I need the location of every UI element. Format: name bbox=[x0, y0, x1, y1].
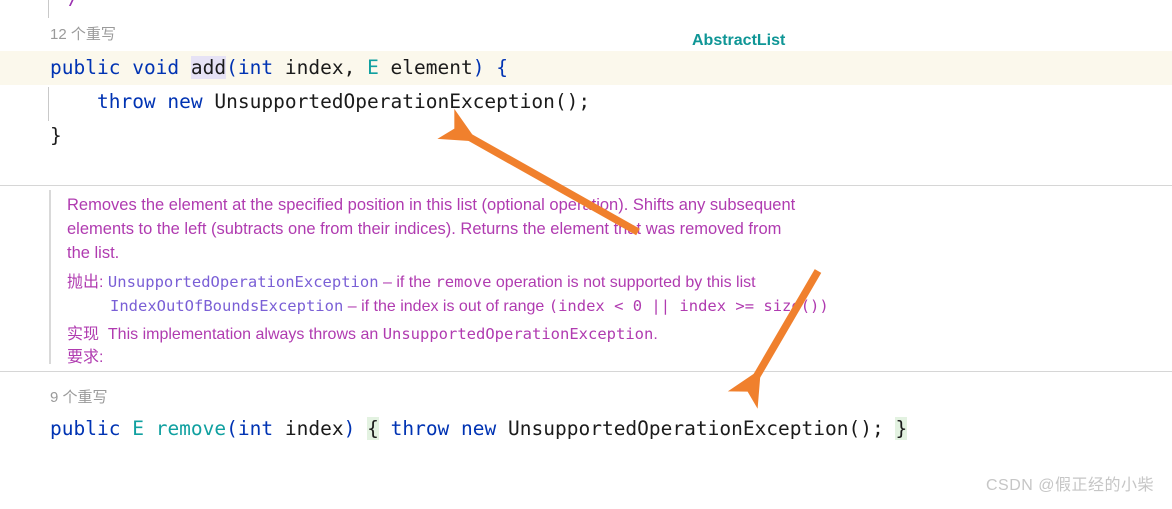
exception-unsupportedoperationexception-remove: UnsupportedOperationException(); bbox=[508, 417, 884, 440]
overrides-count-label-add[interactable]: 12 个重写 bbox=[50, 23, 116, 44]
code-line-add-closing-brace[interactable]: } bbox=[0, 119, 1172, 153]
doc-throws-label: 抛出: bbox=[67, 274, 104, 291]
param-index-remove: index bbox=[273, 417, 344, 440]
doc-throws-type-indexoutofboundsexception: IndexOutOfBoundsException bbox=[110, 297, 344, 315]
method-name-add[interactable]: add bbox=[190, 56, 227, 79]
keyword-throw-remove: throw bbox=[390, 417, 450, 440]
documentation-panel[interactable]: Removes the element at the specified pos… bbox=[0, 186, 1172, 370]
doc-implementation-row: 实现 This implementation always throws an … bbox=[67, 322, 658, 347]
closing-brace: } bbox=[50, 124, 62, 147]
doc-throws-2-dash: – if the index is out of range bbox=[343, 298, 549, 315]
keyword-public-remove: public bbox=[50, 417, 121, 440]
doc-throws-1-code: remove bbox=[435, 273, 492, 291]
keyword-void: void bbox=[132, 56, 180, 79]
code-line-remove-signature[interactable]: public E remove(int index) { throw new U… bbox=[0, 412, 1172, 446]
keyword-int: int bbox=[237, 56, 274, 79]
paren-open-remove: ( bbox=[226, 417, 238, 440]
param-index: index, bbox=[273, 56, 368, 79]
doc-throws-row-2: IndexOutOfBoundsException – if the index… bbox=[110, 294, 829, 319]
close-brace-highlighted: } bbox=[895, 417, 908, 440]
doc-implementation-text-post: . bbox=[653, 326, 658, 343]
doc-throws-type-unsupportedoperationexception: UnsupportedOperationException bbox=[107, 273, 379, 291]
paren-open: ( bbox=[226, 56, 238, 79]
indent-guide-line-top bbox=[48, 0, 49, 18]
doc-description-line-3: the list. bbox=[67, 244, 120, 262]
doc-implementation-label: 实现 bbox=[67, 326, 100, 343]
keyword-new-remove: new bbox=[461, 417, 497, 440]
overrides-count-label-remove[interactable]: 9 个重写 bbox=[50, 386, 108, 407]
doc-implementation-exception: UnsupportedOperationException bbox=[382, 325, 654, 343]
doc-implementation-text-pre: This implementation always throws an bbox=[107, 326, 383, 343]
code-line-add-body[interactable]: throw new UnsupportedOperationException(… bbox=[0, 85, 1172, 119]
doc-throws-row-1: 抛出: UnsupportedOperationException – if t… bbox=[67, 270, 756, 295]
code-line-add-signature[interactable]: public void add(int index, E element) { bbox=[0, 51, 1172, 85]
doc-requires-label: 要求: bbox=[67, 349, 104, 366]
keyword-throw: throw bbox=[96, 90, 156, 113]
doc-throws-1-dash: – if the bbox=[378, 274, 436, 291]
keyword-new: new bbox=[167, 90, 203, 113]
open-brace-highlighted: { bbox=[367, 417, 379, 440]
paren-close-brace: ) { bbox=[472, 56, 508, 79]
doc-description-line-2: elements to the left (subtracts one from… bbox=[67, 220, 782, 238]
code-editor-pane[interactable]: /** 12 个重写 AbstractList public void add(… bbox=[0, 0, 1172, 186]
doc-panel-left-guide bbox=[49, 190, 51, 364]
clipped-javadoc-comment: /** bbox=[68, 0, 105, 9]
doc-throws-1-rest: operation is not supported by this list bbox=[491, 274, 756, 291]
doc-description: Removes the element at the specified pos… bbox=[67, 193, 857, 265]
class-name-badge-abstractlist: AbstractList bbox=[692, 32, 786, 49]
method-name-remove[interactable]: remove bbox=[156, 417, 226, 440]
keyword-int-remove: int bbox=[237, 417, 274, 440]
doc-description-line-1: Removes the element at the specified pos… bbox=[67, 196, 796, 214]
return-type-E: E bbox=[132, 417, 144, 440]
param-element: element bbox=[378, 56, 473, 79]
paren-close-remove: ) bbox=[343, 417, 356, 440]
csdn-watermark: CSDN @假正经的小柴 bbox=[985, 477, 1154, 494]
code-editor-pane-remove[interactable]: 9 个重写 public E remove(int index) { throw… bbox=[0, 372, 1172, 472]
keyword-public: public bbox=[50, 56, 121, 79]
doc-throws-2-code: (index < 0 || index >= size()) bbox=[548, 297, 829, 315]
exception-unsupportedoperationexception: UnsupportedOperationException(); bbox=[214, 90, 591, 113]
type-param-E: E bbox=[367, 56, 379, 79]
